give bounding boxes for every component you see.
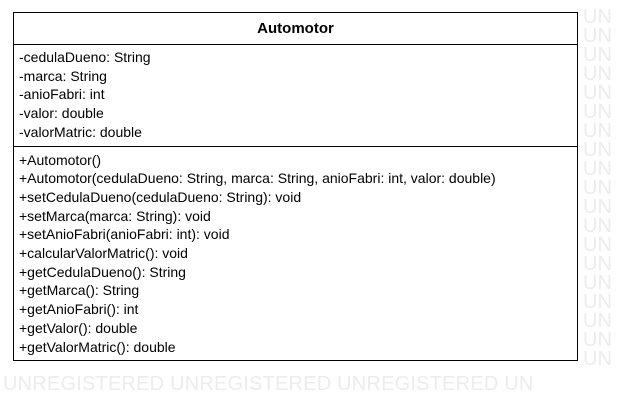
watermark-right-column: UN UN UN UN UN UN UN UN UN UN UN UN UN U… <box>578 8 626 369</box>
watermark-text: UNREGISTERED <box>337 373 499 395</box>
attribute-row: -valor: double <box>19 105 104 122</box>
operation-row: +getAnioFabri(): int <box>19 301 139 318</box>
watermark-text: UNREGISTERED <box>3 373 165 395</box>
attribute-row: -valorMatric: double <box>19 123 142 140</box>
attributes-compartment[interactable]: -cedulaDueno: String -marca: String -ani… <box>14 45 577 147</box>
operation-row: +Automotor() <box>19 151 102 168</box>
operation-row: +getValorMatric(): double <box>19 338 176 355</box>
operation-row: +calcularValorMatric(): void <box>19 245 188 262</box>
operation-row: +getMarca(): String <box>19 282 140 299</box>
watermark-text: UN <box>583 348 612 369</box>
attribute-row: -marca: String <box>19 67 107 84</box>
operation-row: +Automotor(cedulaDueno: String, marca: S… <box>19 170 496 187</box>
operation-row: +getCedulaDueno(): String <box>19 263 186 280</box>
operation-row: +setCedulaDueno(cedulaDueno: String): vo… <box>19 188 302 205</box>
watermark-text: UNREGISTERED <box>170 373 332 395</box>
uml-class-automotor[interactable]: Automotor -cedulaDueno: String -marca: S… <box>13 12 578 362</box>
attribute-row: -anioFabri: int <box>19 86 105 103</box>
operation-row: +setAnioFabri(anioFabri: int): void <box>19 226 230 243</box>
operation-row: +getValor(): double <box>19 319 138 336</box>
attribute-row: -cedulaDueno: String <box>19 49 151 65</box>
operations-compartment[interactable]: +Automotor() +Automotor(cedulaDueno: Str… <box>14 147 577 361</box>
watermark-bottom-row: UNREGISTERED UNREGISTERED UNREGISTERED U… <box>3 369 626 399</box>
class-name[interactable]: Automotor <box>14 13 577 45</box>
operation-row: +setMarca(marca: String): void <box>19 207 211 224</box>
watermark-text: UN <box>504 373 534 395</box>
